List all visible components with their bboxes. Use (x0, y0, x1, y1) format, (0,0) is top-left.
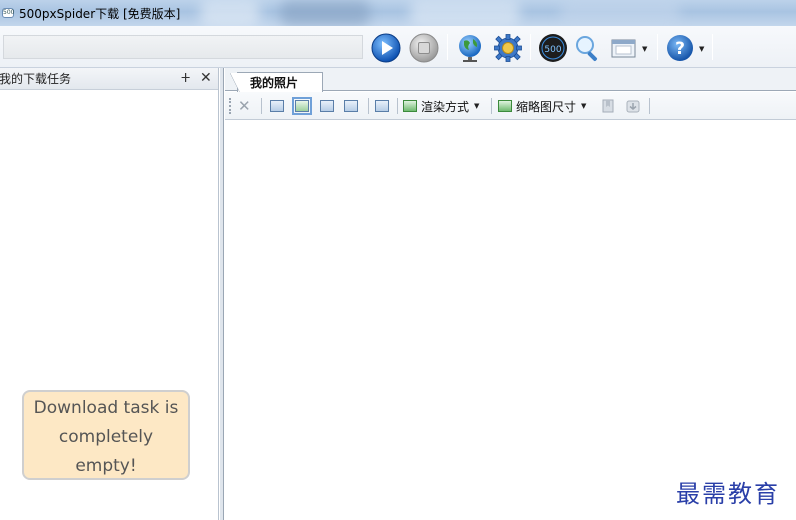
main-toolbar: 500 ▼ ? ▼ (0, 26, 796, 68)
toolbar-separator (261, 98, 262, 114)
toolbar-separator (530, 34, 531, 60)
render-mode-label: 渲染方式 (421, 99, 470, 114)
thumb-size-dropdown[interactable]: 缩略图尺寸 ▼ (498, 97, 586, 115)
panel-header: 我的下载任务 ⵜ ✕ (0, 68, 218, 90)
download-icon[interactable] (625, 97, 641, 115)
help-dropdown-caret[interactable]: ▼ (699, 45, 704, 53)
bookmark-icon[interactable] (600, 97, 616, 115)
tab-my-photos[interactable]: 我的照片 (230, 72, 323, 93)
panel-splitter[interactable] (220, 68, 224, 520)
tab-label: 我的照片 (250, 76, 299, 90)
photo-toolbar: ✕ 渲染方式 ▼ 缩略图尺寸 ▼ (225, 92, 796, 120)
render-mode-icon (403, 100, 417, 112)
close-icon[interactable]: ✕ (200, 70, 212, 86)
view-tiles-icon[interactable] (375, 97, 389, 115)
toolbar-separator (397, 98, 398, 114)
view-list-icon[interactable] (320, 97, 334, 115)
window-icon[interactable] (608, 32, 640, 64)
url-input[interactable] (3, 35, 363, 59)
view-details-icon[interactable] (344, 97, 358, 115)
watermark-text: 最需教育 (676, 480, 780, 508)
view-large-icons-icon[interactable] (270, 97, 284, 115)
delete-icon[interactable]: ✕ (238, 97, 251, 115)
chevron-down-icon: ▼ (474, 102, 480, 110)
toolbar-separator (712, 34, 713, 60)
500px-logo-icon[interactable]: 500 (537, 32, 569, 64)
window-title: 500pxSpider下载 [免费版本] (19, 6, 181, 21)
toolbar-separator (368, 98, 369, 114)
empty-message-line: empty! (75, 456, 137, 476)
stop-icon[interactable] (408, 32, 440, 64)
empty-message-line: Download task is (33, 398, 179, 418)
view-thumbnails-icon[interactable] (292, 97, 312, 115)
toolbar-separator (657, 34, 658, 60)
toolbar-separator (447, 34, 448, 60)
help-icon[interactable]: ? (664, 32, 696, 64)
render-mode-dropdown[interactable]: 渲染方式 ▼ (403, 97, 479, 115)
panel-title: 我的下载任务 (0, 72, 72, 86)
chevron-down-icon: ▼ (581, 102, 587, 110)
empty-tasks-message: Download task is completely empty! (22, 390, 190, 480)
main-area: 我的照片 ✕ 渲染方式 ▼ 缩略图尺寸 ▼ (225, 68, 796, 520)
toolbar-grip[interactable] (229, 98, 231, 114)
settings-icon[interactable] (492, 32, 524, 64)
toolbar-separator (491, 98, 492, 114)
empty-message-line: completely (58, 427, 154, 447)
app-icon: 500 (2, 8, 15, 18)
pin-icon[interactable]: ⵜ (181, 71, 190, 85)
photo-view[interactable] (225, 121, 796, 520)
play-icon[interactable] (370, 32, 402, 64)
window-dropdown-caret[interactable]: ▼ (642, 45, 647, 53)
globe-icon[interactable] (454, 32, 486, 64)
search-icon[interactable] (572, 32, 604, 64)
thumb-size-icon (498, 100, 512, 112)
download-tasks-panel: 我的下载任务 ⵜ ✕ Download task is completely e… (0, 68, 219, 520)
svg-text:500: 500 (544, 45, 561, 55)
thumb-size-label: 缩略图尺寸 (516, 99, 577, 114)
title-bar: 500 500pxSpider下载 [免费版本] (0, 0, 796, 26)
tab-strip: 我的照片 (225, 68, 796, 93)
toolbar-separator (649, 98, 650, 114)
svg-text:?: ? (675, 39, 685, 59)
